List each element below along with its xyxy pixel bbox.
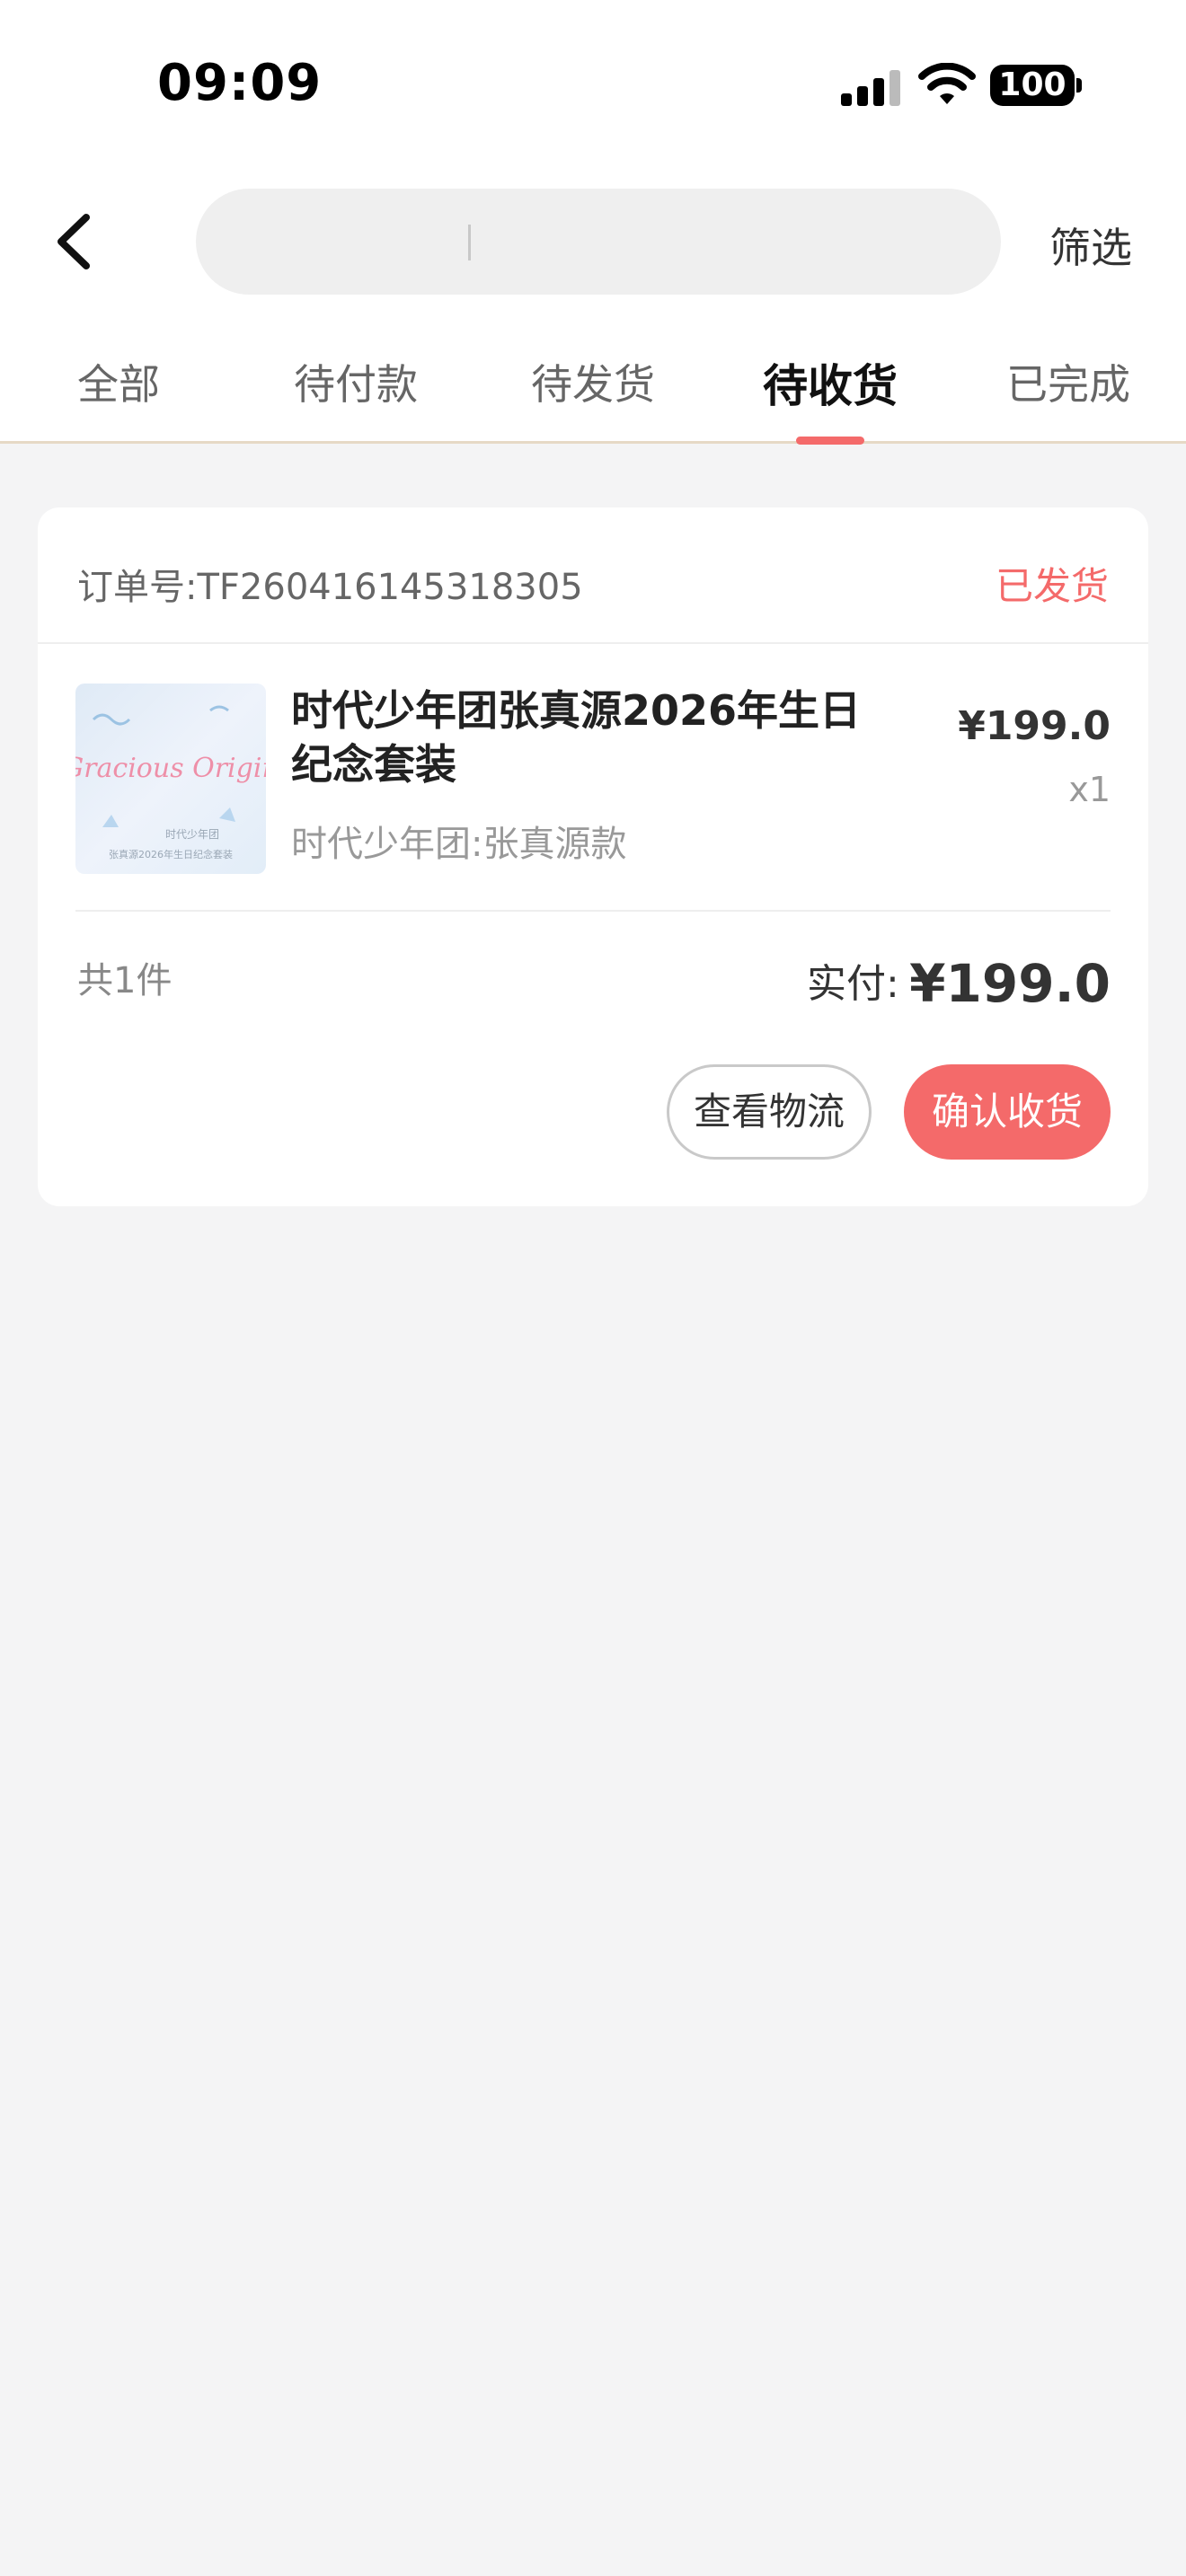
tab-all[interactable]: 全部 <box>77 352 160 411</box>
confirm-receipt-button[interactable]: 确认收货 <box>904 1064 1111 1160</box>
paid-label: 实付: <box>807 961 899 1007</box>
paid-amount: ¥199.0 <box>909 953 1111 1014</box>
thumb-subtitle-2: 张真源2026年生日纪念套装 <box>109 848 233 860</box>
thumb-subtitle-1: 时代少年团 <box>165 828 219 841</box>
active-tab-indicator <box>796 437 864 445</box>
view-logistics-button[interactable]: 查看物流 <box>667 1064 872 1160</box>
thumb-logo-text: Gracious Origin <box>75 753 266 784</box>
filter-button[interactable]: 筛选 <box>1049 216 1132 275</box>
product-spec: 时代少年团:张真源款 <box>291 824 627 865</box>
text-cursor <box>468 225 471 260</box>
product-title[interactable]: 时代少年团张真源2026年生日纪念套装 <box>291 684 866 791</box>
product-price: ¥199.0 <box>958 703 1111 749</box>
order-card[interactable]: 订单号:TF260416145318305 已发货 Gracious Origi… <box>38 507 1148 1206</box>
product-image[interactable]: Gracious Origin 时代少年团 张真源2026年生日纪念套装 <box>75 684 266 874</box>
search-input[interactable] <box>196 189 1001 295</box>
item-count: 共1件 <box>77 960 173 1001</box>
back-arrow-icon[interactable] <box>50 210 101 273</box>
tab-pending-shipment[interactable]: 待发货 <box>531 352 655 411</box>
product-artwork: Gracious Origin 时代少年团 张真源2026年生日纪念套装 <box>75 705 266 860</box>
tab-completed[interactable]: 已完成 <box>1006 352 1130 411</box>
wifi-icon <box>918 63 976 104</box>
cellular-signal-icon <box>841 68 900 106</box>
status-time: 09:09 <box>157 54 323 112</box>
order-number: 订单号:TF260416145318305 <box>77 567 583 608</box>
tab-pending-receipt[interactable]: 待收货 <box>763 350 898 415</box>
divider <box>38 642 1148 644</box>
product-quantity: x1 <box>1068 770 1111 809</box>
battery-icon: 100 <box>990 65 1082 106</box>
top-area: 09:09 100 筛选 全部 待付款 待发货 待收货 已完成 <box>0 0 1186 445</box>
divider <box>75 910 1111 912</box>
order-status: 已发货 <box>995 564 1109 608</box>
tab-pending-payment[interactable]: 待付款 <box>294 352 418 411</box>
